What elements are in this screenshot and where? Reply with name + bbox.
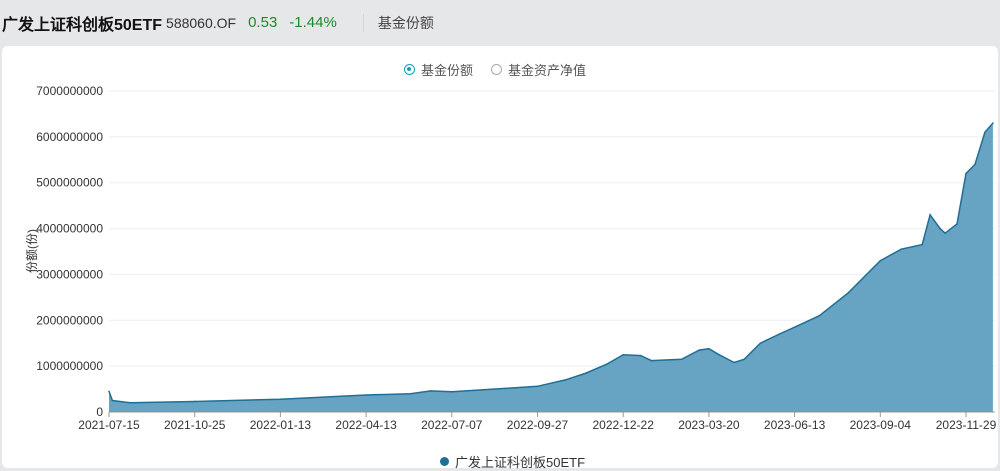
data-point	[984, 131, 986, 134]
y-tick-label: 2000000000	[36, 313, 103, 327]
data-point	[793, 326, 796, 328]
data-point	[536, 385, 539, 388]
legend[interactable]: 广发上证科创板50ETF	[440, 452, 585, 471]
data-point	[451, 391, 453, 393]
data-point	[733, 361, 735, 364]
y-tick-label: 7000000000	[36, 84, 103, 98]
x-tick-label: 2023-03-20	[678, 418, 740, 432]
data-point	[847, 291, 850, 294]
data-point	[956, 223, 958, 225]
data-point	[992, 122, 994, 124]
x-tick-label: 2022-12-22	[593, 418, 655, 432]
data-point	[409, 392, 412, 395]
data-point	[585, 372, 588, 374]
y-tick-label: 4000000000	[36, 222, 103, 236]
data-point	[130, 402, 132, 404]
x-tick-label: 2021-07-15	[78, 418, 140, 432]
data-point	[974, 163, 976, 166]
legend-label: 广发上证科创板50ETF	[455, 455, 586, 470]
data-point	[759, 342, 762, 345]
y-tick-label: 0	[96, 405, 103, 419]
data-point	[778, 333, 781, 335]
x-tick-label: 2023-06-13	[764, 418, 826, 432]
data-point	[900, 248, 903, 251]
legend-dot-icon	[440, 457, 449, 466]
data-point	[193, 400, 196, 403]
data-point	[939, 227, 941, 230]
data-point	[921, 243, 923, 246]
data-point	[944, 232, 946, 234]
data-point	[650, 359, 653, 362]
y-tick-label: 6000000000	[36, 130, 103, 144]
data-point	[965, 172, 967, 175]
data-point	[879, 259, 882, 262]
y-axis-label: 份额(份)	[25, 229, 39, 273]
data-point	[929, 214, 931, 216]
data-point	[818, 314, 821, 317]
x-tick-label: 2023-09-04	[850, 418, 912, 432]
data-point	[111, 399, 114, 402]
data-point	[718, 353, 720, 356]
data-point	[639, 354, 642, 357]
y-tick-label: 1000000000	[36, 359, 103, 373]
series-area	[109, 123, 993, 412]
data-point	[365, 394, 367, 396]
y-tick-label: 3000000000	[36, 267, 103, 281]
data-point	[698, 349, 700, 351]
y-tick-label: 5000000000	[36, 176, 103, 190]
data-point	[708, 347, 710, 350]
area-chart: 0 1000000000 2000000000 3000000000 400000000…	[25, 84, 997, 432]
x-tick-label: 2022-01-13	[250, 418, 312, 432]
data-point	[429, 390, 432, 392]
data-point	[743, 358, 745, 361]
x-tick-label: 2022-09-27	[507, 418, 569, 432]
x-tick-label: 2023-11-29	[936, 418, 997, 432]
x-tick-label: 2022-07-07	[421, 418, 483, 432]
x-tick-label: 2022-04-13	[335, 418, 397, 432]
data-point	[564, 379, 567, 381]
x-tick-label: 2021-10-25	[164, 418, 226, 432]
data-point	[622, 353, 624, 356]
data-point	[279, 398, 282, 400]
data-point	[680, 358, 683, 361]
data-point	[606, 363, 609, 365]
data-point	[108, 390, 110, 393]
